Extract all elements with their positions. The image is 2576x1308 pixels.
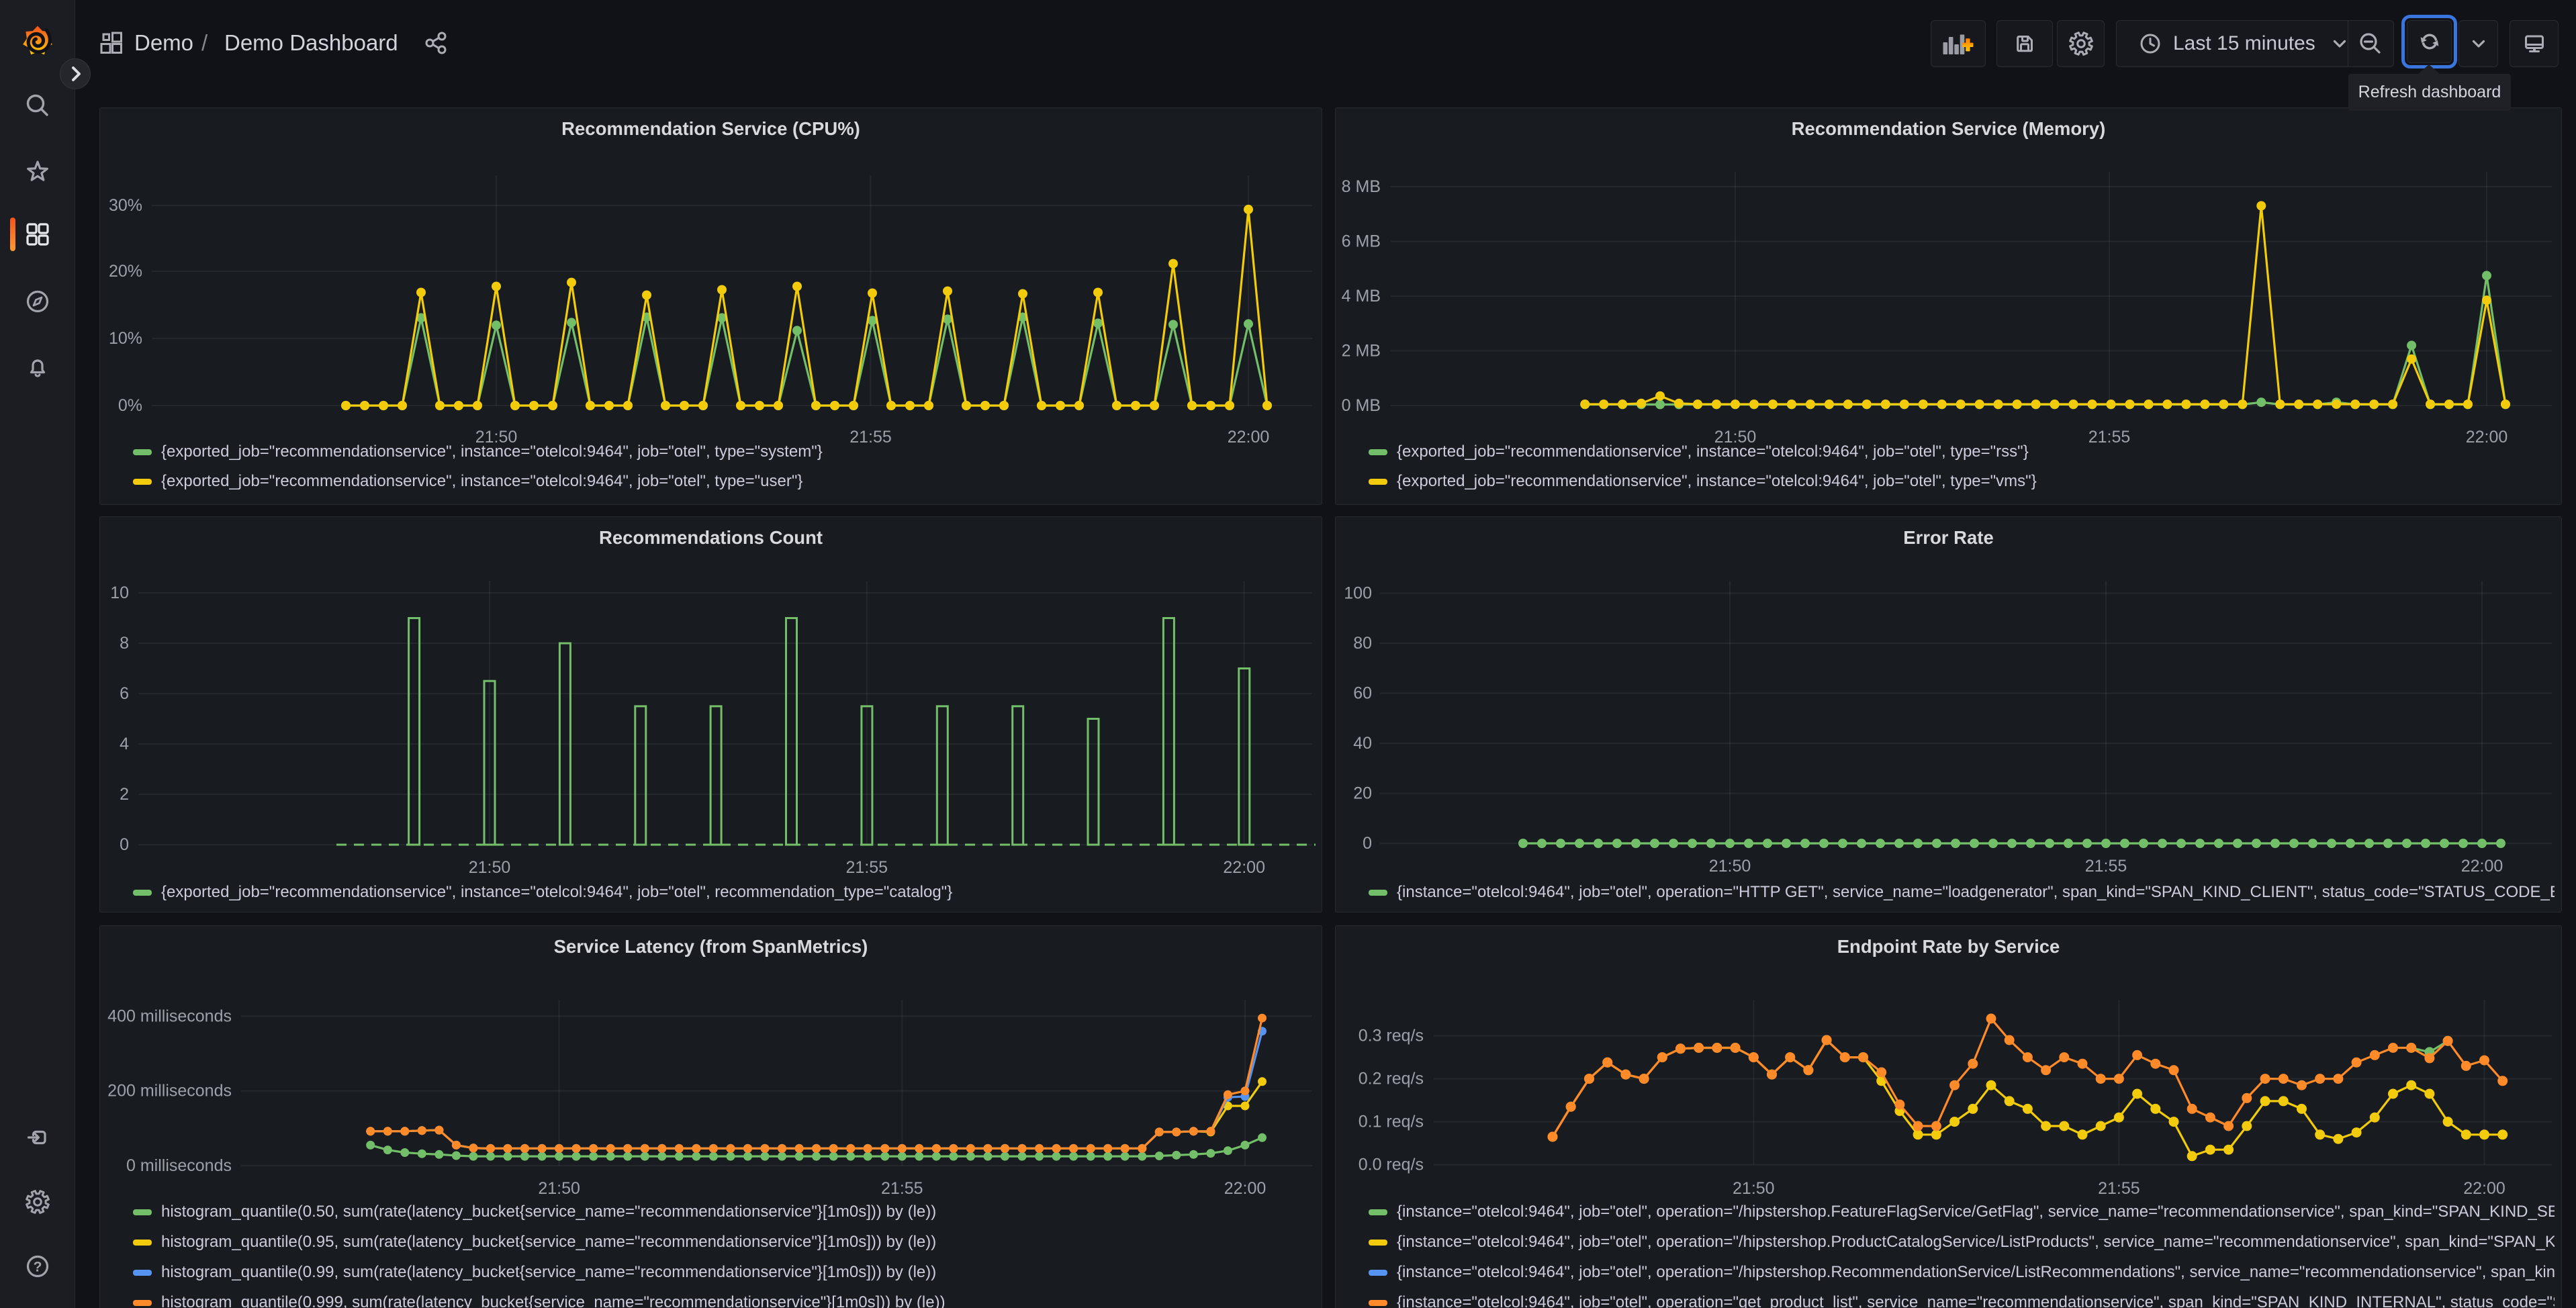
svg-text:21:55: 21:55 <box>846 858 888 877</box>
svg-text:40: 40 <box>1353 734 1372 753</box>
svg-text:100: 100 <box>1344 584 1372 603</box>
svg-text:20%: 20% <box>109 262 142 281</box>
svg-text:2 MB: 2 MB <box>1342 342 1381 361</box>
svg-text:0: 0 <box>1363 834 1372 853</box>
svg-text:6: 6 <box>120 684 129 703</box>
svg-text:0 milliseconds: 0 milliseconds <box>126 1156 232 1175</box>
svg-text:30%: 30% <box>109 196 142 215</box>
svg-text:22:00: 22:00 <box>2461 857 2503 876</box>
svg-text:21:50: 21:50 <box>1709 857 1751 876</box>
svg-text:0.2 req/s: 0.2 req/s <box>1359 1070 1424 1088</box>
svg-text:22:00: 22:00 <box>2463 1179 2505 1198</box>
svg-text:8 MB: 8 MB <box>1342 177 1381 196</box>
svg-text:80: 80 <box>1353 634 1372 653</box>
svg-text:21:50: 21:50 <box>469 858 511 877</box>
svg-text:8: 8 <box>120 634 129 653</box>
svg-text:2: 2 <box>120 785 129 804</box>
svg-text:21:50: 21:50 <box>538 1179 580 1198</box>
svg-text:20: 20 <box>1353 784 1372 803</box>
svg-text:60: 60 <box>1353 684 1372 703</box>
svg-text:6 MB: 6 MB <box>1342 232 1381 251</box>
svg-text:0.0 req/s: 0.0 req/s <box>1359 1156 1424 1174</box>
svg-text:400 milliseconds: 400 milliseconds <box>107 1007 232 1025</box>
svg-text:10%: 10% <box>109 329 142 348</box>
svg-text:22:00: 22:00 <box>1223 858 1265 877</box>
svg-text:0: 0 <box>120 835 129 854</box>
svg-text:4 MB: 4 MB <box>1342 287 1381 306</box>
svg-text:21:50: 21:50 <box>1733 1179 1775 1198</box>
svg-text:22:00: 22:00 <box>1224 1179 1267 1198</box>
svg-text:0 MB: 0 MB <box>1342 396 1381 415</box>
svg-text:4: 4 <box>120 735 129 753</box>
svg-text:10: 10 <box>110 583 129 602</box>
svg-text:0%: 0% <box>118 396 142 415</box>
svg-text:200 milliseconds: 200 milliseconds <box>107 1082 232 1101</box>
svg-text:?: ? <box>34 1260 42 1275</box>
svg-text:0.1 req/s: 0.1 req/s <box>1359 1113 1424 1131</box>
svg-text:21:55: 21:55 <box>2098 1179 2140 1198</box>
svg-text:21:55: 21:55 <box>881 1179 923 1198</box>
svg-text:21:55: 21:55 <box>2085 857 2127 876</box>
svg-text:0.3 req/s: 0.3 req/s <box>1359 1027 1424 1045</box>
